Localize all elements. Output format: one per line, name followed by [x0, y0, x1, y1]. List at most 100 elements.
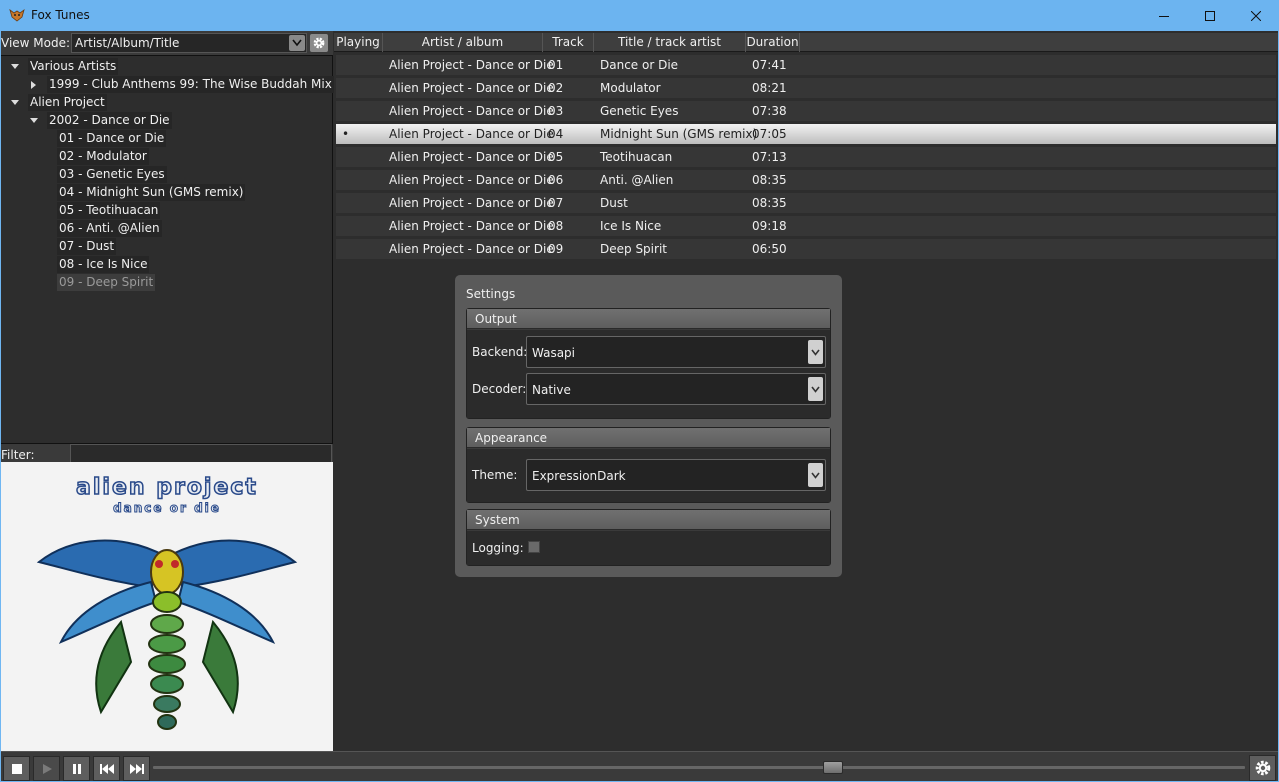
tree-node-label: Alien Project — [28, 94, 107, 111]
system-header-label: System — [475, 513, 520, 527]
backend-label: Backend: — [472, 345, 528, 359]
column-header-title[interactable]: Title / track artist — [594, 33, 746, 52]
chevron-down-icon[interactable] — [808, 340, 823, 364]
cell-duration: 07:05 — [752, 127, 787, 141]
backend-select[interactable]: Wasapi — [526, 336, 826, 368]
cell-duration: 06:50 — [752, 242, 787, 256]
filter-input[interactable] — [70, 444, 332, 463]
artwork-body — [148, 549, 186, 730]
gear-icon — [1255, 760, 1270, 776]
appearance-group: Appearance Theme: ExpressionDark — [466, 427, 831, 503]
cell-duration: 07:38 — [752, 104, 787, 118]
caret-right-icon[interactable] — [29, 76, 39, 93]
tree-node-label: 03 - Genetic Eyes — [57, 166, 167, 183]
pause-button[interactable] — [63, 756, 90, 781]
appearance-group-header: Appearance — [467, 428, 830, 448]
view-mode-select[interactable]: Artist/Album/Title — [71, 33, 307, 53]
album-artwork: alien project dance or die — [1, 462, 333, 751]
tree-node-label: 05 - Teotihuacan — [57, 202, 161, 219]
main-window: View Mode: Artist/Album/Title Various Ar… — [1, 31, 1278, 781]
playlist-row[interactable]: Alien Project - Dance or Die 03 Genetic Ey… — [336, 101, 1276, 121]
minimize-icon — [1159, 15, 1169, 17]
playlist-row[interactable]: • Alien Project - Dance or Die 04 Midnight … — [336, 124, 1276, 144]
output-header-label: Output — [475, 312, 517, 326]
cell-artist-album: Alien Project - Dance or Die — [389, 219, 554, 233]
cell-track: 09 — [548, 242, 564, 256]
decoder-value: Native — [532, 383, 571, 397]
stop-icon — [11, 763, 22, 774]
library-settings-button[interactable] — [310, 34, 328, 52]
next-icon — [129, 763, 144, 774]
cell-artist-album: Alien Project - Dance or Die — [389, 127, 554, 141]
logging-label: Logging: — [472, 541, 524, 555]
theme-select[interactable]: ExpressionDark — [526, 459, 826, 491]
decoder-select[interactable]: Native — [526, 373, 826, 405]
close-button[interactable] — [1233, 0, 1279, 31]
stop-button[interactable] — [3, 756, 30, 781]
minimize-button[interactable] — [1141, 0, 1187, 31]
caret-down-icon[interactable] — [10, 94, 20, 111]
playlist-row[interactable]: Alien Project - Dance or Die 08 Ice Is Nic… — [336, 216, 1276, 236]
tree-node-label: 02 - Modulator — [57, 148, 149, 165]
playlist-row[interactable]: Alien Project - Dance or Die 09 Deep Spiri… — [336, 239, 1276, 259]
settings-button[interactable] — [1249, 755, 1276, 781]
pause-icon — [72, 763, 81, 774]
playlist-row[interactable]: Alien Project - Dance or Die 07 Dust 08:35 — [336, 193, 1276, 213]
cell-duration: 09:18 — [752, 219, 787, 233]
cell-track: 02 — [548, 81, 564, 95]
column-header-artist-album[interactable]: Artist / album — [383, 33, 543, 52]
maximize-button[interactable] — [1187, 0, 1233, 31]
playlist-row[interactable]: Alien Project - Dance or Die 02 Modulator 0… — [336, 78, 1276, 98]
chevron-down-icon[interactable] — [808, 463, 823, 487]
column-header-playing[interactable]: Playing — [334, 33, 383, 52]
tree-node-label: 06 - Anti. @Alien — [57, 220, 162, 237]
seek-thumb[interactable] — [823, 761, 843, 774]
playlist-row[interactable]: Alien Project - Dance or Die 05 Teotihuaca… — [336, 147, 1276, 167]
chevron-down-icon[interactable] — [808, 377, 823, 401]
play-button[interactable] — [33, 756, 60, 781]
gear-icon — [313, 37, 325, 49]
playlist-row[interactable]: Alien Project - Dance or Die 01 Dance or D… — [336, 55, 1276, 75]
cell-track: 07 — [548, 196, 564, 210]
previous-button[interactable] — [93, 756, 120, 781]
caret-down-icon[interactable] — [29, 112, 39, 129]
cell-track: 08 — [548, 219, 564, 233]
column-header-track-no[interactable]: Track no — [543, 33, 594, 68]
cell-title: Ice Is Nice — [600, 219, 662, 233]
cell-duration: 07:41 — [752, 58, 787, 72]
appearance-group-body: Theme: ExpressionDark — [467, 449, 830, 502]
cell-title: Anti. @Alien — [600, 173, 674, 187]
appearance-header-label: Appearance — [475, 431, 548, 445]
album-cover-image: alien project dance or die — [1, 462, 333, 751]
logging-checkbox[interactable] — [528, 541, 540, 553]
title-bar: Fox Tunes — [0, 0, 1279, 31]
seek-slider[interactable] — [153, 766, 1245, 769]
library-tree[interactable]: Various Artists 1999 - Club Anthems 99: T… — [1, 55, 334, 443]
close-icon — [1251, 10, 1261, 21]
cell-title: Midnight Sun (GMS remix) — [600, 127, 758, 141]
cell-artist-album: Alien Project - Dance or Die — [389, 196, 554, 210]
cell-track: 03 — [548, 104, 564, 118]
playlist-row[interactable]: Alien Project - Dance or Die 06 Anti. @Ali… — [336, 170, 1276, 190]
transport-bar — [1, 751, 1278, 781]
cell-artist-album: Alien Project - Dance or Die — [389, 81, 554, 95]
column-header-duration[interactable]: Duration — [746, 33, 800, 52]
cell-artist-album: Alien Project - Dance or Die — [389, 58, 554, 72]
system-group: System Logging: — [466, 509, 831, 566]
system-group-header: System — [467, 510, 830, 530]
library-panel: View Mode: Artist/Album/Title Various Ar… — [1, 31, 334, 751]
cell-track: 04 — [548, 127, 564, 141]
output-group-header: Output — [467, 309, 830, 329]
chevron-down-icon[interactable] — [289, 35, 305, 51]
next-button[interactable] — [123, 756, 150, 781]
cell-duration: 08:21 — [752, 81, 787, 95]
cell-track: 05 — [548, 150, 564, 164]
cell-title: Dust — [600, 196, 628, 210]
cell-duration: 08:35 — [752, 196, 787, 210]
filter-label: Filter: — [1, 448, 35, 462]
caret-down-icon[interactable] — [10, 58, 20, 75]
artwork-title: alien project — [76, 475, 258, 500]
filter-bar: Filter: — [1, 443, 333, 463]
cell-title: Genetic Eyes — [600, 104, 679, 118]
cell-track: 01 — [548, 58, 564, 72]
